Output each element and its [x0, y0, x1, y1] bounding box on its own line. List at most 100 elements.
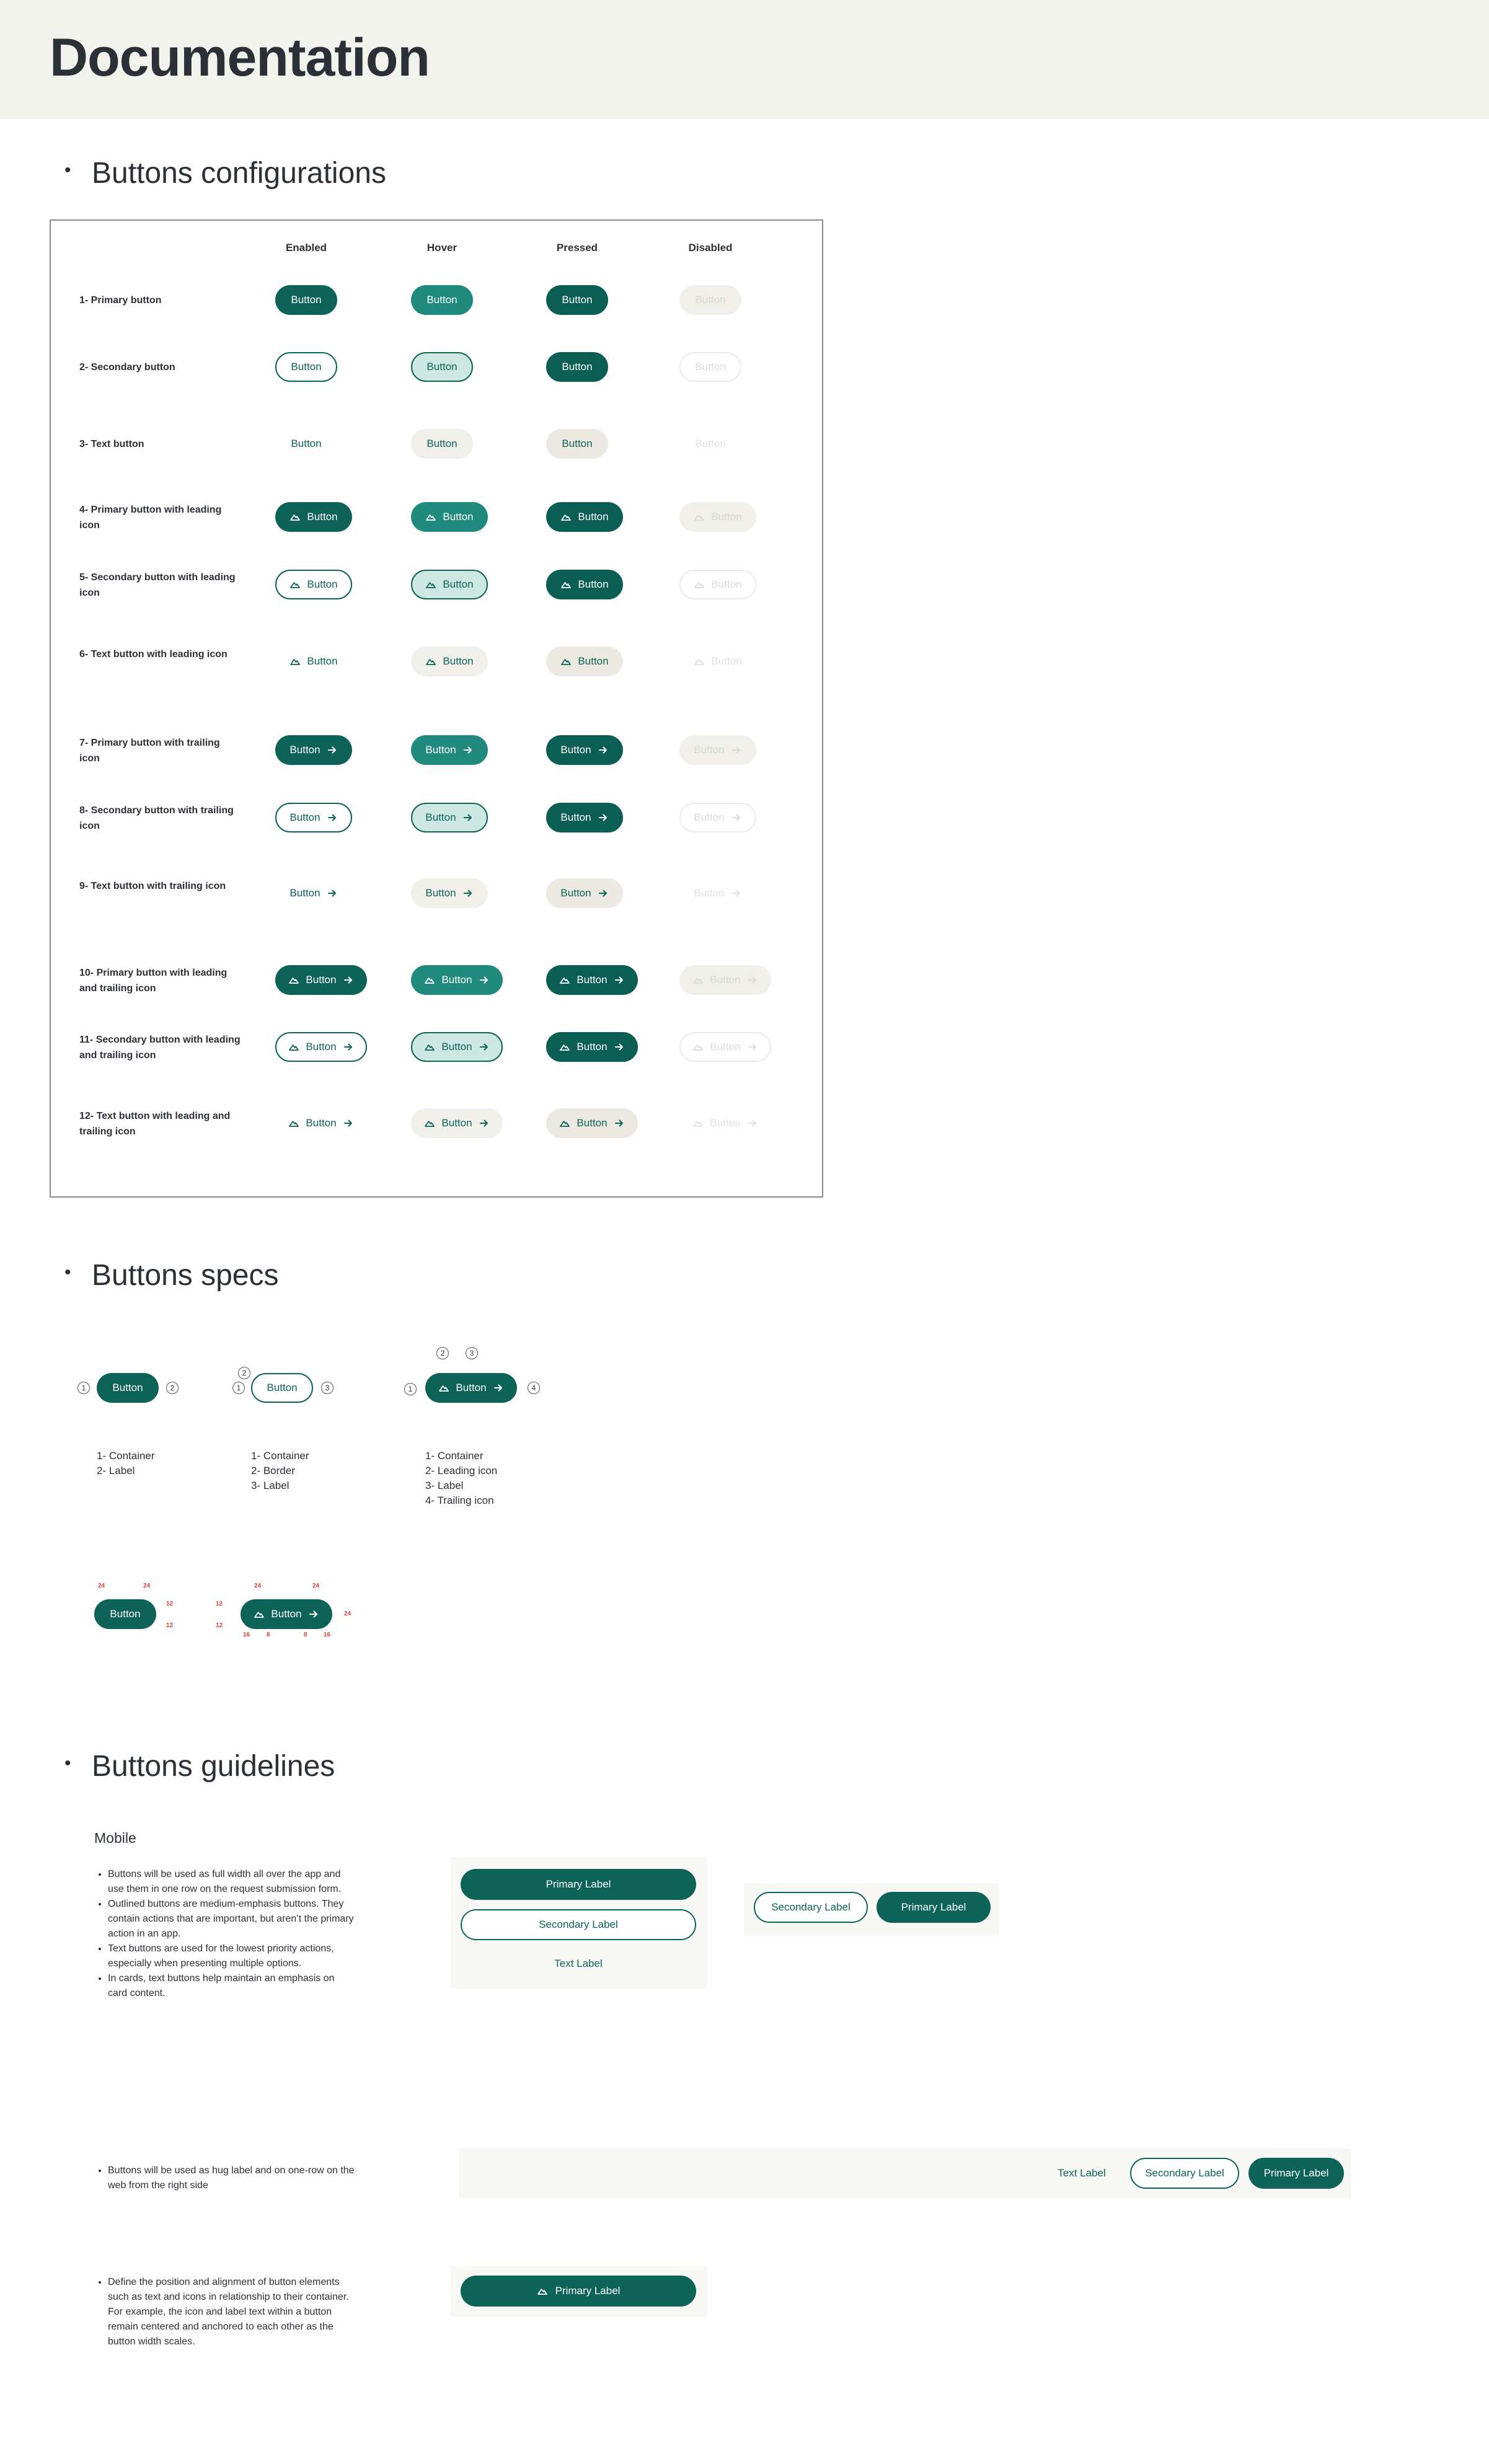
primary-button-enabled[interactable]: Button	[275, 965, 367, 995]
primary-button-hover[interactable]: Button	[411, 735, 488, 765]
primary-button-enabled[interactable]: Button	[275, 502, 352, 532]
secondary-button-enabled[interactable]: Button	[275, 1032, 367, 1062]
spec-marker-1: 1	[77, 1382, 90, 1394]
secondary-button-full[interactable]: Secondary Label	[461, 1909, 696, 1940]
primary-button-pressed[interactable]: Button	[546, 965, 638, 995]
secondary-button-enabled[interactable]: Button	[275, 803, 352, 832]
arrow-right-icon	[731, 744, 742, 756]
secondary-button-row[interactable]: Secondary Label	[754, 1892, 868, 1923]
text-button-hover[interactable]: Button	[411, 647, 488, 676]
primary-button-pressed[interactable]: Button	[546, 735, 623, 765]
column-header-pressed: Pressed	[556, 242, 598, 254]
secondary-button-pressed[interactable]: Button	[546, 1032, 638, 1062]
column-header-disabled: Disabled	[688, 242, 733, 254]
measure-label: 8	[304, 1632, 307, 1638]
button-label: Button	[694, 811, 725, 823]
page-title: Documentation	[50, 28, 430, 87]
primary-button-pressed[interactable]: Button	[546, 502, 623, 532]
text-button-enabled[interactable]: Button	[275, 647, 352, 676]
mountain-icon	[425, 511, 436, 523]
mountain-icon	[559, 1118, 570, 1129]
primary-button-hover[interactable]: Button	[411, 502, 488, 532]
measure-label: 24	[344, 1610, 351, 1617]
primary-button-hover[interactable]: Button	[411, 965, 503, 995]
primary-button-hover[interactable]: Button	[411, 285, 473, 315]
button-label: Button	[441, 974, 472, 986]
mountain-icon	[289, 511, 301, 523]
arrow-right-icon	[614, 1041, 625, 1053]
secondary-button-enabled[interactable]: Button	[275, 352, 337, 382]
arrow-right-icon	[493, 1382, 504, 1393]
spec-list-3: 1- Container 2- Leading icon 3- Label 4-…	[425, 1449, 497, 1508]
column-header-enabled: Enabled	[285, 242, 327, 254]
primary-button-full[interactable]: Primary Label	[461, 1869, 696, 1900]
primary-button-row[interactable]: Primary Label	[877, 1892, 991, 1923]
secondary-button-hover[interactable]: Button	[411, 352, 473, 382]
primary-button-enabled[interactable]: Button	[275, 285, 337, 315]
mobile-label: Mobile	[94, 1830, 136, 1846]
text-button-enabled[interactable]: Button	[275, 429, 337, 459]
guideline-item: In cards, text buttons help maintain an …	[108, 1971, 355, 2001]
text-button-enabled[interactable]: Button	[275, 878, 352, 908]
secondary-button-hover[interactable]: Button	[411, 570, 488, 599]
measure-label: 12	[166, 1601, 174, 1607]
secondary-button-enabled[interactable]: Button	[275, 570, 352, 599]
text-button-full[interactable]: Text Label	[461, 1948, 696, 1979]
primary-button-enabled[interactable]: Button	[275, 735, 352, 765]
row-label: 11- Secondary button with leading and tr…	[79, 1035, 241, 1061]
spec-button-label: Button	[110, 1608, 141, 1620]
guideline-item: Buttons will be used as hug label and on…	[108, 2163, 355, 2193]
button-label: Button	[695, 361, 726, 373]
secondary-button-hover[interactable]: Button	[411, 1032, 503, 1062]
text-button-pressed[interactable]: Button	[546, 878, 623, 908]
mountain-icon	[288, 1041, 299, 1053]
text-button-pressed[interactable]: Button	[546, 1108, 638, 1138]
mountain-icon	[560, 656, 572, 667]
primary-button-pressed[interactable]: Button	[546, 285, 608, 315]
secondary-button-pressed[interactable]: Button	[546, 570, 623, 599]
secondary-button-pressed[interactable]: Button	[546, 352, 608, 382]
mountain-icon	[425, 656, 436, 667]
text-button-pressed[interactable]: Button	[546, 647, 623, 676]
button-label: Button	[562, 294, 593, 306]
text-button-enabled[interactable]: Button	[275, 1108, 367, 1138]
spec-marker-2: 2	[238, 1367, 250, 1379]
mountain-icon	[560, 511, 572, 523]
button-label: Button	[695, 438, 726, 449]
spec-marker-1: 1	[404, 1383, 417, 1395]
button-label: Button	[306, 974, 337, 986]
arrow-right-icon	[747, 974, 758, 986]
text-button-hover[interactable]: Button	[411, 429, 473, 459]
guideline-text-3: Define the position and alignment of but…	[94, 2275, 355, 2349]
primary-button-disabled: Button	[679, 735, 756, 765]
text-button-web[interactable]: Text Label	[1041, 2158, 1122, 2189]
mountain-icon	[438, 1382, 449, 1393]
text-button-pressed[interactable]: Button	[546, 429, 608, 459]
arrow-right-icon	[327, 812, 338, 823]
secondary-button-pressed[interactable]: Button	[546, 803, 623, 832]
mountain-icon	[694, 511, 705, 523]
secondary-button-web[interactable]: Secondary Label	[1130, 2158, 1239, 2189]
measure-label: 8	[267, 1632, 270, 1638]
secondary-button-hover[interactable]: Button	[411, 803, 488, 832]
text-button-hover[interactable]: Button	[411, 1108, 503, 1138]
measure-label: 24	[143, 1583, 151, 1589]
spec-marker-2: 2	[166, 1382, 179, 1394]
arrow-right-icon	[462, 744, 474, 756]
primary-button-web[interactable]: Primary Label	[1248, 2158, 1344, 2189]
button-label: Button	[711, 578, 742, 590]
button-label: Secondary Label	[771, 1901, 851, 1913]
spec-item: 3- Label	[425, 1480, 464, 1491]
arrow-right-icon	[343, 974, 354, 986]
arrow-right-icon	[327, 744, 338, 756]
arrow-right-icon	[598, 812, 609, 823]
text-button-hover[interactable]: Button	[411, 878, 488, 908]
measure-label: 16	[324, 1632, 331, 1638]
spec-item: 1- Container	[97, 1450, 155, 1462]
primary-icon-button-full[interactable]: Primary Label	[461, 2276, 696, 2307]
button-label: Primary Label	[901, 1901, 966, 1913]
section-title-configurations: Buttons configurations	[92, 157, 386, 190]
measure-primary-button: Button	[94, 1599, 156, 1629]
spec-marker-3: 3	[466, 1347, 478, 1359]
text-button-disabled: Button	[679, 647, 756, 676]
